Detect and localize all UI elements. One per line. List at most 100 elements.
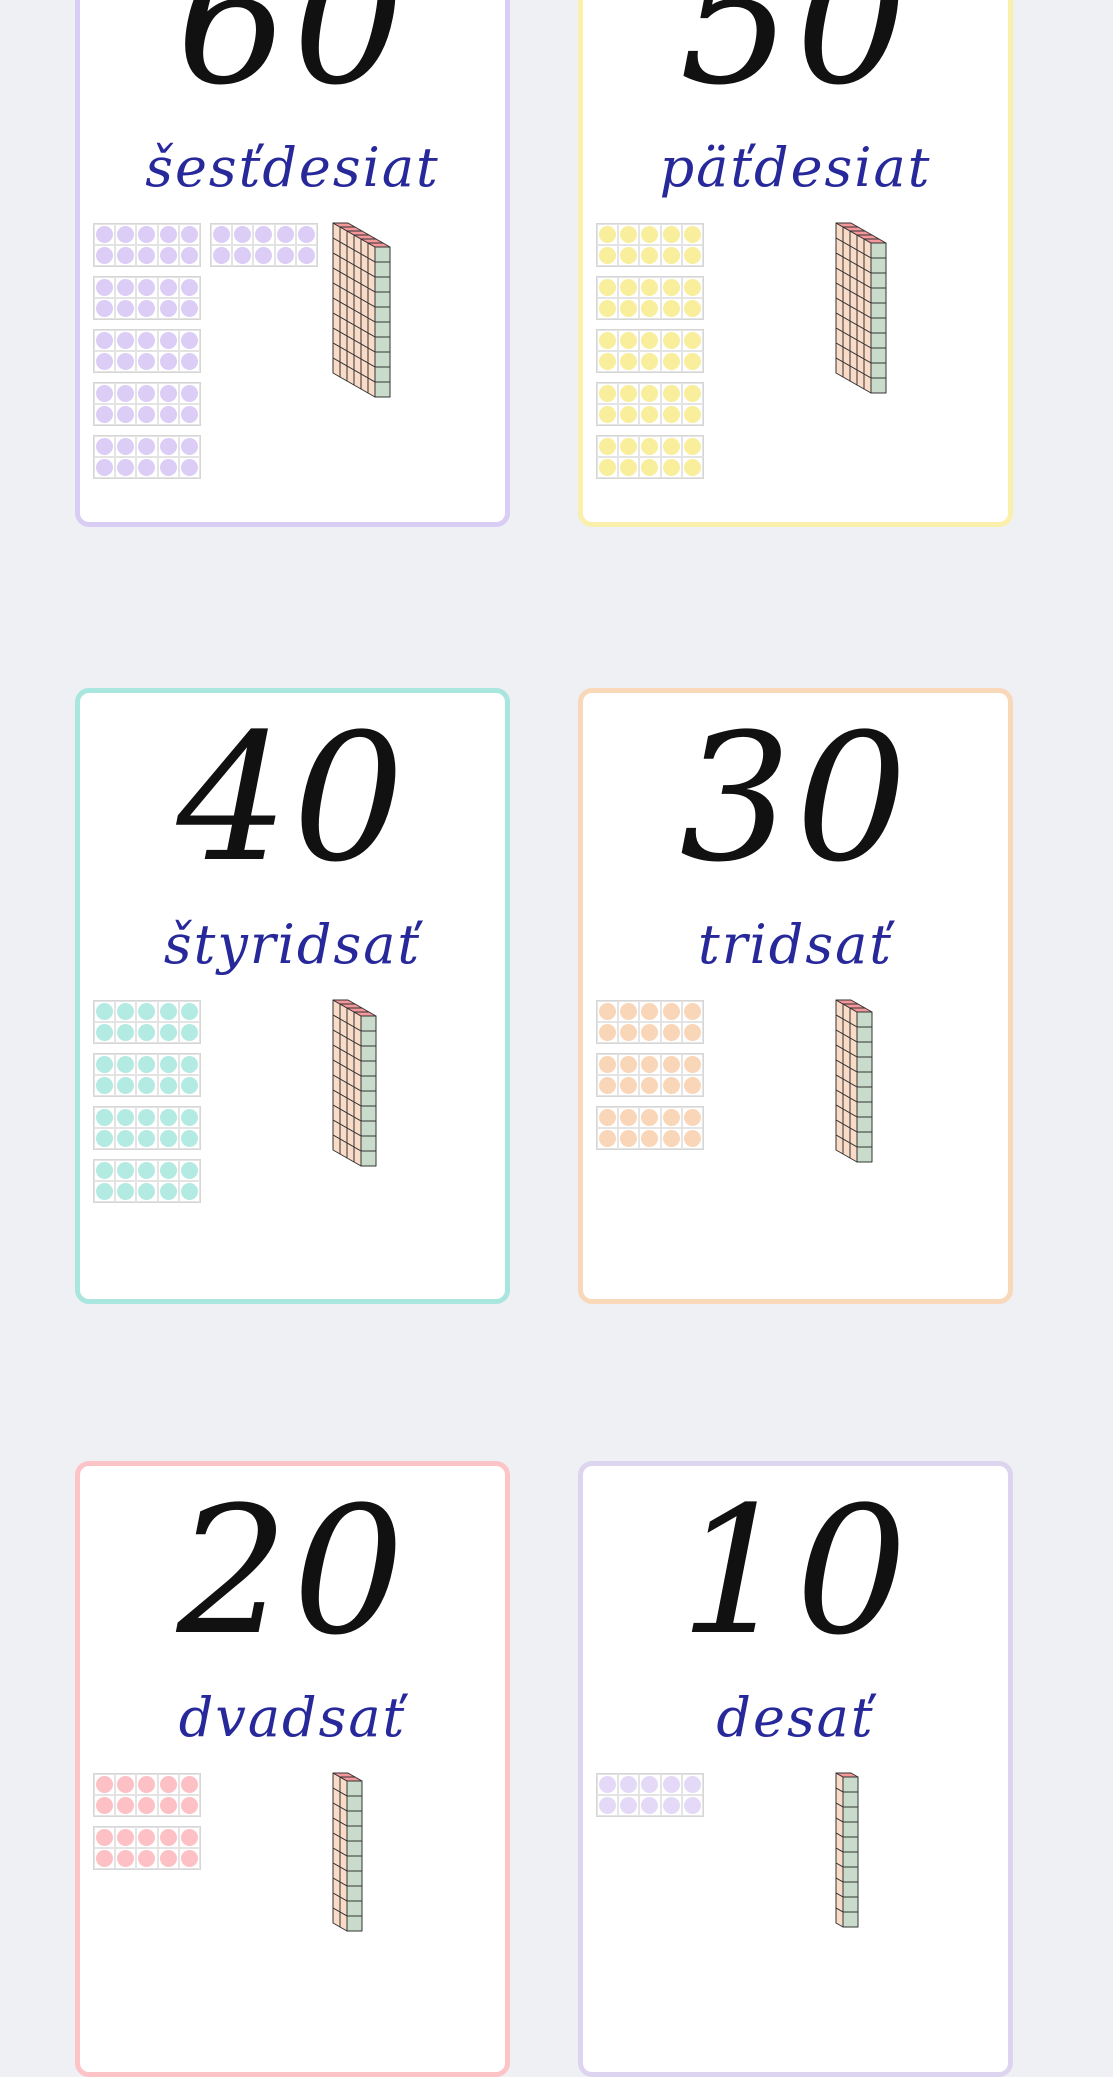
- counter-dot: [96, 1162, 114, 1179]
- card-60: 60 šesťdesiat: [75, 0, 510, 527]
- counter-dot: [683, 1776, 701, 1793]
- counter-dot: [641, 247, 659, 264]
- ten-frame: [596, 382, 704, 426]
- counter-dot: [138, 1003, 156, 1020]
- counter-dot: [683, 353, 701, 370]
- counter-dot: [662, 1024, 680, 1041]
- counter-dot: [662, 406, 680, 423]
- counter-dot: [96, 1003, 114, 1020]
- tens-rods: [332, 222, 391, 398]
- counter-dot: [599, 385, 617, 402]
- counter-dot: [96, 1109, 114, 1126]
- ten-frame: [596, 1000, 704, 1044]
- counter-dot: [213, 247, 231, 264]
- counter-dot: [180, 1109, 198, 1126]
- ten-frame: [93, 223, 201, 267]
- card-10: 10 desať: [578, 1461, 1013, 2077]
- counter-dot: [662, 459, 680, 476]
- counter-dot: [599, 247, 617, 264]
- ten-frame: [596, 1773, 704, 1817]
- counter-dot: [662, 1797, 680, 1814]
- counter-dot: [620, 459, 638, 476]
- counter-dot: [180, 332, 198, 349]
- counter-dot: [683, 406, 701, 423]
- counter-dot: [159, 279, 177, 296]
- card-word: dvadsať: [178, 1686, 407, 1749]
- counter-dot: [620, 438, 638, 455]
- counter-dot: [641, 1130, 659, 1147]
- counter-dot: [117, 1109, 135, 1126]
- counter-dot: [620, 226, 638, 243]
- counter-dot: [620, 1024, 638, 1041]
- counter-dot: [96, 300, 114, 317]
- counter-dot: [159, 1776, 177, 1793]
- card-word: štyridsať: [163, 913, 422, 976]
- counter-dot: [117, 438, 135, 455]
- counter-dot: [138, 1829, 156, 1846]
- counter-dot: [138, 1056, 156, 1073]
- counter-dot: [641, 1776, 659, 1793]
- counter-dot: [620, 385, 638, 402]
- counter-dot: [180, 1130, 198, 1147]
- counter-dot: [662, 226, 680, 243]
- counter-dot: [662, 1056, 680, 1073]
- counter-dot: [641, 385, 659, 402]
- counter-dot: [138, 1850, 156, 1867]
- counter-dot: [662, 438, 680, 455]
- counter-dot: [683, 247, 701, 264]
- ten-frame: [93, 1053, 201, 1097]
- counter-dot: [599, 459, 617, 476]
- counter-dot: [117, 1077, 135, 1094]
- ten-frame: [93, 1773, 201, 1817]
- counter-dot: [662, 1109, 680, 1126]
- counter-dot: [641, 300, 659, 317]
- counter-dot: [96, 279, 114, 296]
- card-word: tridsať: [698, 913, 893, 976]
- ten-rod: [849, 1007, 873, 1163]
- counter-dot: [96, 1829, 114, 1846]
- counter-dot: [683, 1109, 701, 1126]
- counter-dot: [276, 226, 294, 243]
- tens-rods: [835, 999, 873, 1163]
- counter-dot: [599, 1003, 617, 1020]
- counter-dot: [641, 1003, 659, 1020]
- counter-dot: [276, 247, 294, 264]
- counter-dot: [662, 279, 680, 296]
- counter-dot: [138, 279, 156, 296]
- ten-frame: [93, 1159, 201, 1203]
- counter-dot: [159, 1024, 177, 1041]
- counter-dot: [96, 1130, 114, 1147]
- counter-dot: [641, 332, 659, 349]
- card-word: desať: [716, 1686, 875, 1749]
- ten-frame: [93, 1000, 201, 1044]
- counter-dot: [620, 1130, 638, 1147]
- counter-dot: [96, 385, 114, 402]
- counter-dot: [683, 438, 701, 455]
- counter-dot: [180, 1776, 198, 1793]
- counter-dot: [180, 226, 198, 243]
- card-30: 30 tridsať: [578, 688, 1013, 1304]
- counter-dot: [117, 385, 135, 402]
- counter-dot: [138, 438, 156, 455]
- counter-dot: [662, 353, 680, 370]
- counter-dot: [117, 1776, 135, 1793]
- ten-frame: [93, 329, 201, 373]
- counter-dot: [96, 459, 114, 476]
- counter-dot: [159, 1797, 177, 1814]
- counter-dot: [96, 1776, 114, 1793]
- counter-dot: [138, 1162, 156, 1179]
- counter-dot: [641, 1056, 659, 1073]
- counter-dot: [297, 247, 315, 264]
- ten-frame: [93, 276, 201, 320]
- counter-dot: [117, 1162, 135, 1179]
- counter-dot: [662, 1130, 680, 1147]
- counter-dot: [662, 300, 680, 317]
- tens-rods: [835, 222, 887, 394]
- card-40: 40 štyridsať: [75, 688, 510, 1304]
- counter-dot: [641, 279, 659, 296]
- counter-dot: [96, 1024, 114, 1041]
- counter-dot: [117, 1850, 135, 1867]
- counter-dot: [599, 406, 617, 423]
- counter-dot: [138, 459, 156, 476]
- card-number: 50: [679, 0, 912, 124]
